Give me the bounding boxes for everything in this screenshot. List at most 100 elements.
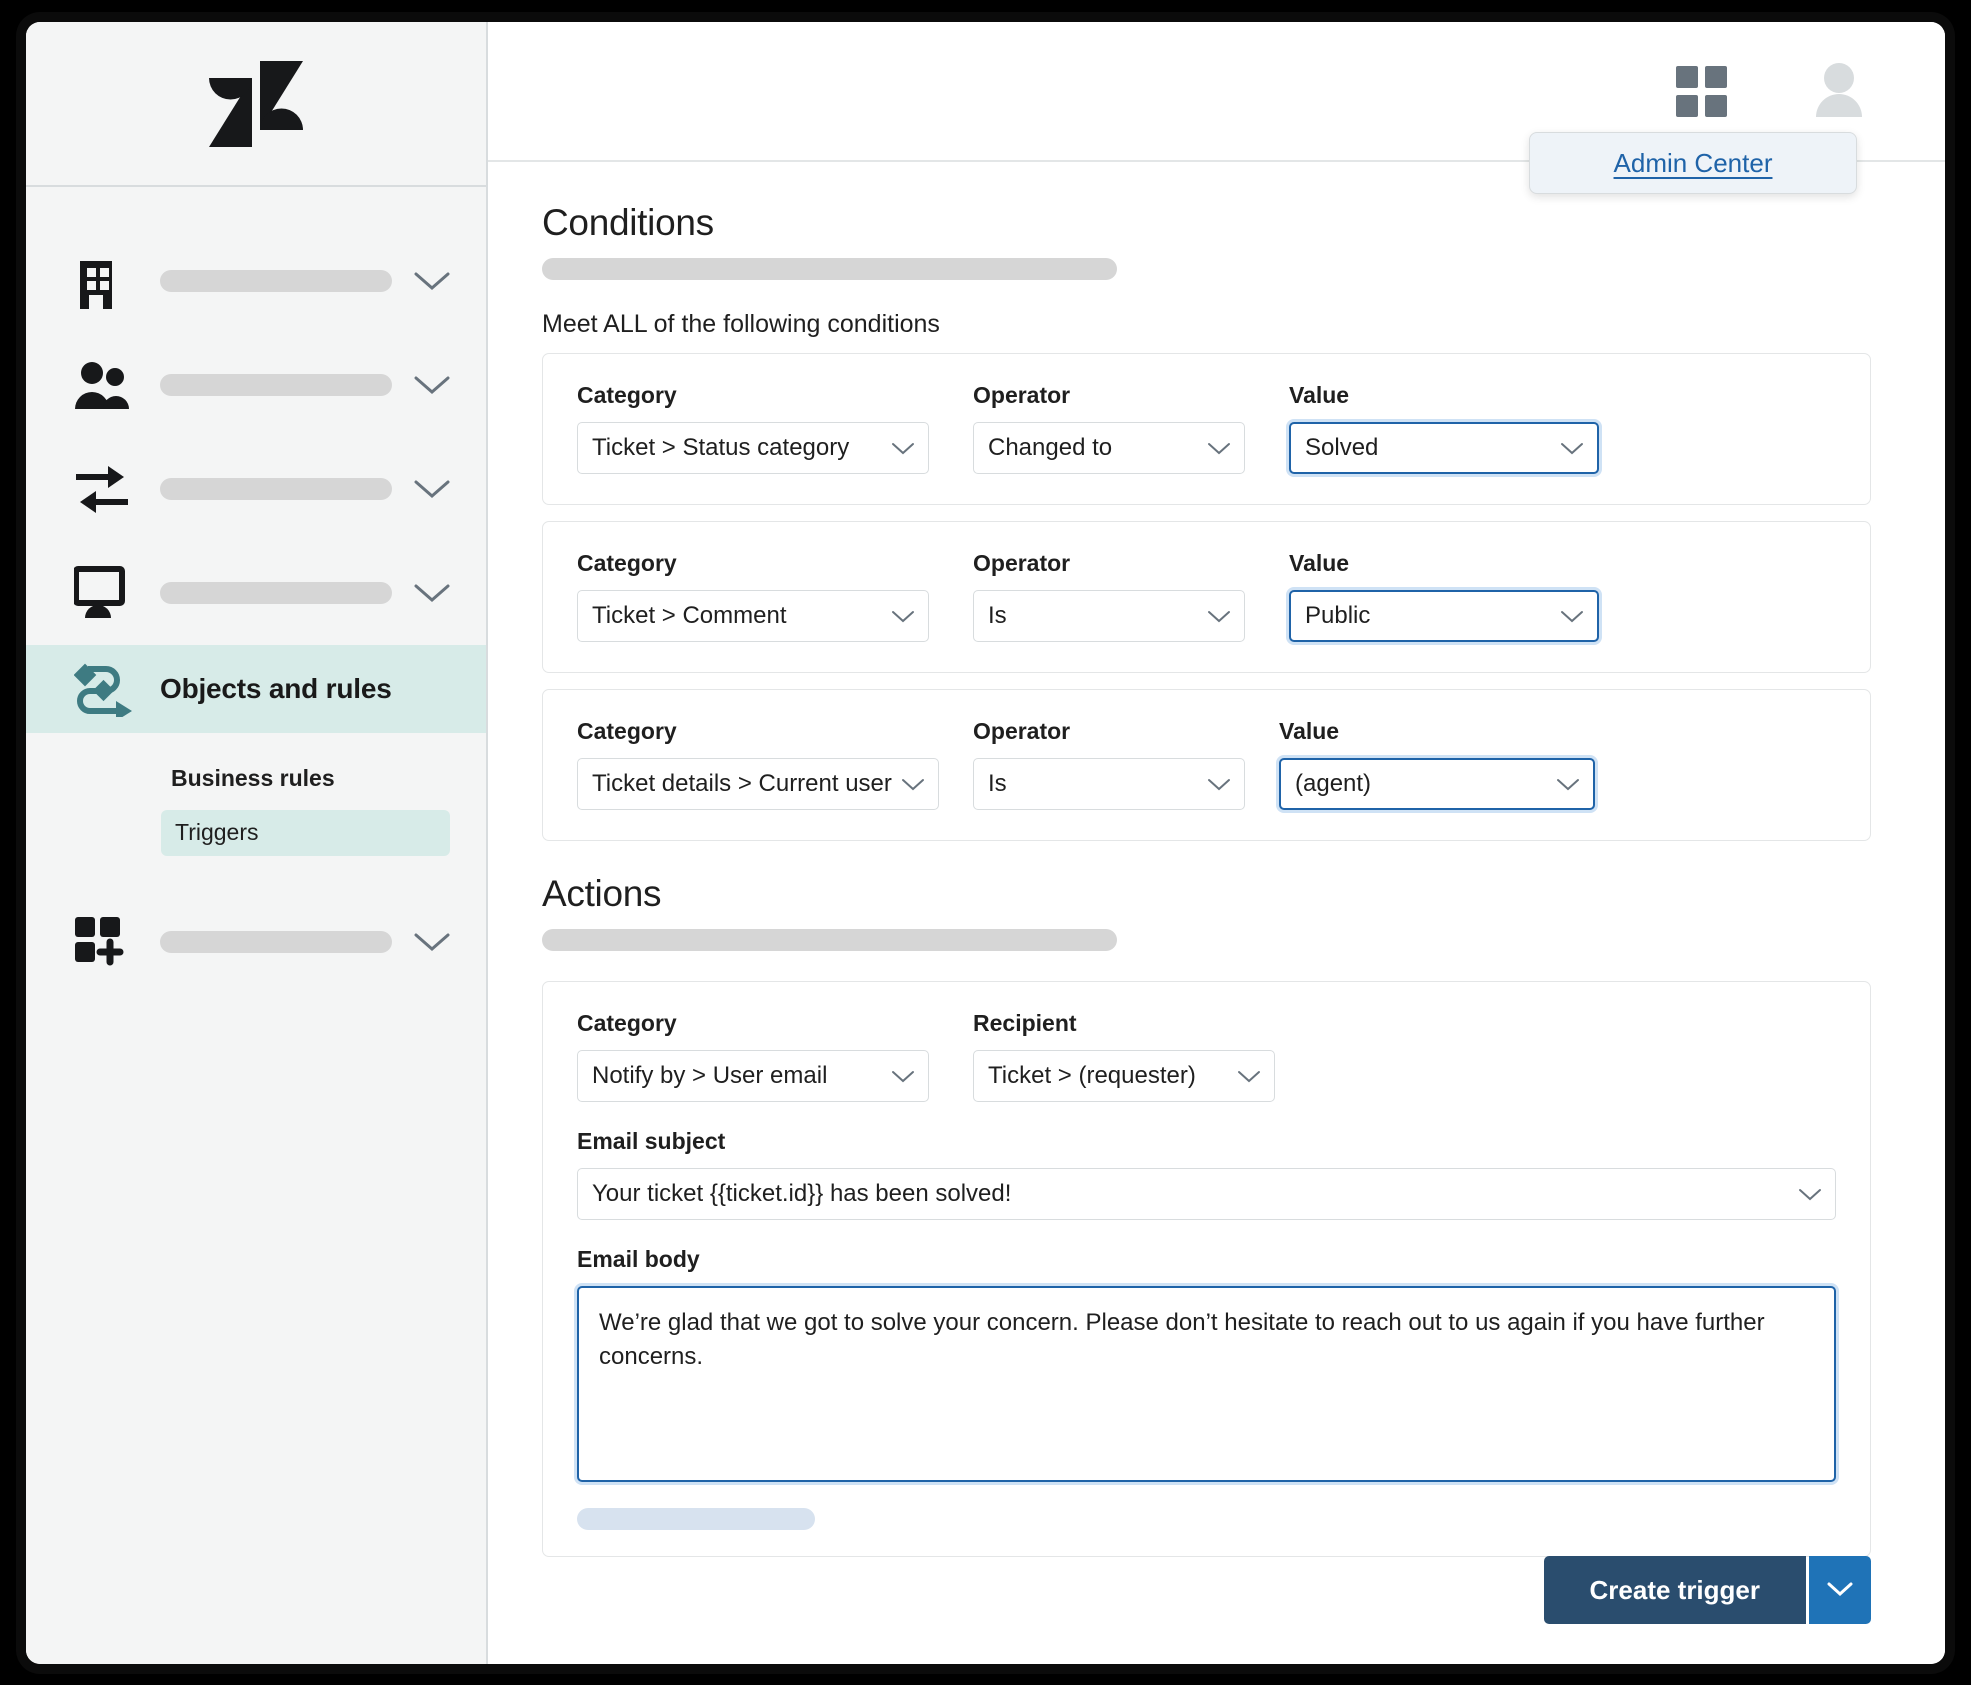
sidebar-item-objects-and-rules[interactable]: Objects and rules <box>26 645 486 733</box>
building-icon <box>74 253 136 309</box>
chevron-down-icon[interactable] <box>412 477 452 501</box>
chevron-down-icon <box>900 776 926 792</box>
sidebar-item-label-placeholder <box>160 930 392 953</box>
action-recipient-label: Recipient <box>973 1010 1077 1036</box>
value-label: Value <box>1289 550 1350 576</box>
condition-row: Category Ticket details > Current user O… <box>542 689 1871 841</box>
email-body-label: Email body <box>577 1246 700 1272</box>
sidebar-item-label-placeholder <box>160 478 392 500</box>
chevron-down-icon <box>1559 608 1585 624</box>
condition-operator-select[interactable]: Is <box>973 590 1245 642</box>
sidebar-item-account[interactable] <box>26 229 486 333</box>
chevron-down-icon <box>890 1068 916 1084</box>
sidebar-item-triggers[interactable]: Triggers <box>161 809 450 856</box>
condition-category-value: Ticket details > Current user <box>592 770 892 797</box>
action-recipient-select[interactable]: Ticket > (requester) <box>973 1050 1275 1102</box>
chevron-down-icon <box>1206 440 1232 456</box>
sidebar-nav: Objects and rules Business rules Trigger… <box>26 187 486 994</box>
chevron-down-icon <box>890 440 916 456</box>
admin-center-link[interactable]: Admin Center <box>1614 148 1773 179</box>
zendesk-logo-icon <box>209 60 303 147</box>
action-category-value: Notify by > User email <box>592 1062 828 1089</box>
content-pane: Conditions Meet ALL of the following con… <box>488 162 1945 1664</box>
create-trigger-button[interactable]: Create trigger <box>1543 1556 1806 1624</box>
condition-value-select[interactable]: Solved <box>1289 422 1599 474</box>
sidebar-item-label-placeholder <box>160 374 392 396</box>
value-label: Value <box>1279 718 1340 744</box>
condition-operator-value: Is <box>988 770 1007 797</box>
chevron-down-icon <box>1206 608 1232 624</box>
operator-label: Operator <box>973 718 1071 744</box>
sidebar-subsection-heading: Business rules <box>171 765 335 791</box>
chevron-down-icon <box>1559 440 1585 456</box>
condition-row: Category Ticket > Comment Operator Is Va… <box>542 521 1871 673</box>
objects-rules-icon <box>74 661 136 717</box>
sidebar-subsection: Business rules Triggers <box>26 733 486 856</box>
admin-center-popup: Admin Center <box>1529 132 1857 194</box>
condition-category-select[interactable]: Ticket > Comment <box>577 590 929 642</box>
conditions-subtitle: Meet ALL of the following conditions <box>542 310 940 338</box>
condition-value-value: Public <box>1305 602 1371 629</box>
category-label: Category <box>577 718 677 744</box>
sidebar: Objects and rules Business rules Trigger… <box>26 22 488 1664</box>
sidebar-item-workspaces[interactable] <box>26 541 486 645</box>
arrows-exchange-icon <box>74 462 136 516</box>
actions-description-placeholder <box>542 929 1117 951</box>
action-recipient-value: Ticket > (requester) <box>988 1062 1196 1089</box>
main-area: Admin Center Conditions Meet ALL of the … <box>488 22 1945 1664</box>
condition-category-select[interactable]: Ticket > Status category <box>577 422 929 474</box>
sidebar-item-people[interactable] <box>26 333 486 437</box>
chevron-down-icon[interactable] <box>412 930 452 954</box>
sidebar-item-label-placeholder <box>160 270 392 292</box>
conditions-heading: Conditions <box>542 202 714 243</box>
operator-label: Operator <box>973 382 1071 408</box>
chevron-down-icon <box>1236 1068 1262 1084</box>
condition-row: Category Ticket > Status category Operat… <box>542 353 1871 505</box>
chevron-down-icon <box>890 608 916 624</box>
operator-label: Operator <box>973 550 1071 576</box>
action-card: Category Notify by > User email Recipien… <box>542 981 1871 1557</box>
people-icon <box>74 359 136 411</box>
chevron-down-icon <box>1825 1580 1855 1601</box>
chevron-down-icon[interactable] <box>412 581 452 605</box>
sidebar-item-apps[interactable] <box>26 890 486 994</box>
condition-operator-value: Is <box>988 602 1007 629</box>
chevron-down-icon[interactable] <box>412 373 452 397</box>
zendesk-logo[interactable] <box>26 22 486 187</box>
footer-actions: Create trigger <box>1543 1556 1871 1624</box>
apps-add-icon <box>74 915 136 969</box>
conditions-description-placeholder <box>542 258 1117 280</box>
category-label: Category <box>577 382 677 408</box>
app-window: Objects and rules Business rules Trigger… <box>26 22 1945 1664</box>
email-subject-label: Email subject <box>577 1128 726 1154</box>
email-subject-value: Your ticket {{ticket.id}} has been solve… <box>592 1180 1012 1207</box>
condition-category-select[interactable]: Ticket details > Current user <box>577 758 939 810</box>
user-avatar-icon[interactable] <box>1807 61 1871 121</box>
condition-operator-select[interactable]: Changed to <box>973 422 1245 474</box>
action-footer-placeholder <box>577 1508 815 1530</box>
sidebar-item-label: Objects and rules <box>160 673 392 704</box>
condition-value-select[interactable]: Public <box>1289 590 1599 642</box>
actions-heading: Actions <box>542 873 662 914</box>
condition-category-value: Ticket > Status category <box>592 434 850 461</box>
email-body-textarea[interactable]: We’re glad that we got to solve your con… <box>577 1286 1836 1482</box>
condition-value-select[interactable]: (agent) <box>1279 758 1595 810</box>
chevron-down-icon <box>1206 776 1232 792</box>
condition-operator-select[interactable]: Is <box>973 758 1245 810</box>
condition-value-value: (agent) <box>1295 770 1372 797</box>
grid-apps-icon[interactable] <box>1676 65 1727 117</box>
sidebar-item-label-placeholder <box>160 582 392 604</box>
chevron-down-icon <box>1797 1186 1823 1202</box>
action-category-select[interactable]: Notify by > User email <box>577 1050 929 1102</box>
sidebar-item-channels[interactable] <box>26 437 486 541</box>
email-subject-input[interactable]: Your ticket {{ticket.id}} has been solve… <box>577 1168 1836 1220</box>
condition-category-value: Ticket > Comment <box>592 602 787 629</box>
condition-operator-value: Changed to <box>988 434 1113 461</box>
condition-value-value: Solved <box>1305 434 1379 461</box>
value-label: Value <box>1289 382 1350 408</box>
create-trigger-dropdown-button[interactable] <box>1809 1556 1871 1624</box>
chevron-down-icon <box>1555 776 1581 792</box>
monitor-icon <box>74 566 136 620</box>
action-category-label: Category <box>577 1010 677 1036</box>
chevron-down-icon[interactable] <box>412 269 452 293</box>
